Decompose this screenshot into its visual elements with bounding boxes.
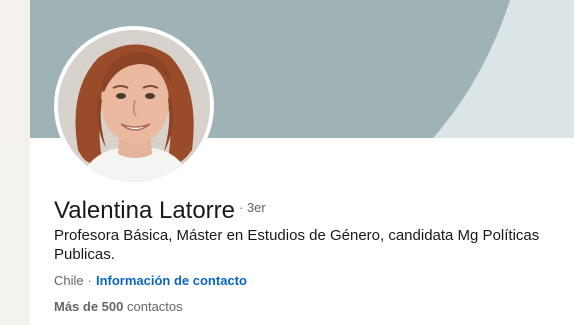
connections-link[interactable]: Más de 500 contactos — [54, 299, 183, 314]
profile-photo[interactable] — [58, 30, 210, 182]
connections-count: Más de 500 — [54, 299, 124, 314]
profile-card: Valentina Latorre · 3er Profesora Básica… — [30, 0, 574, 325]
connections-label: contactos — [127, 299, 183, 314]
profile-headline: Profesora Básica, Máster en Estudios de … — [54, 227, 540, 263]
profile-location: Chile — [54, 273, 84, 288]
profile-name: Valentina Latorre — [54, 197, 236, 224]
avatar-illustration — [58, 30, 210, 182]
page-gutter — [0, 0, 30, 325]
name-line: Valentina Latorre · 3er — [54, 197, 266, 225]
location-separator: · — [87, 273, 92, 288]
profile-page: Valentina Latorre · 3er Profesora Básica… — [0, 0, 574, 325]
profile-photo-frame — [54, 26, 214, 186]
contact-info-link[interactable]: Información de contacto — [96, 273, 247, 288]
location-line: Chile · Información de contacto — [54, 273, 247, 288]
connection-degree: · 3er — [239, 200, 266, 215]
